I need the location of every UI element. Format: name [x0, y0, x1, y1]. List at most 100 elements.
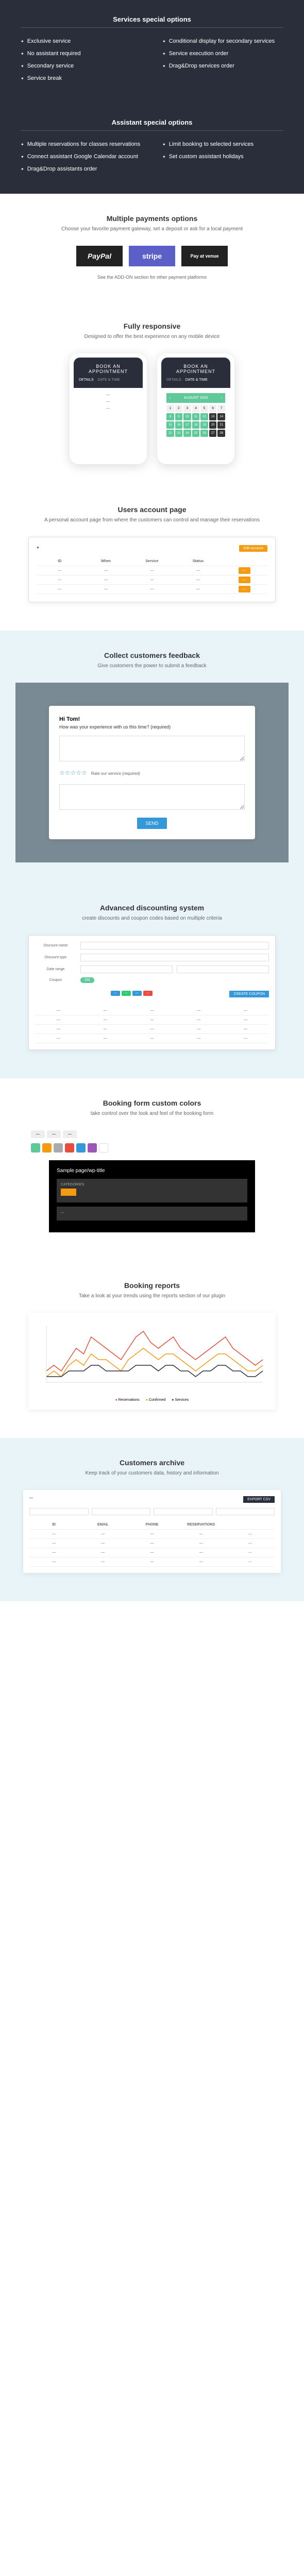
option-item: Drag&Drop services order: [162, 63, 283, 69]
option-item: Multiple reservations for classes reserv…: [21, 141, 142, 147]
table-row: —————: [35, 1034, 269, 1043]
chart-legend: ● Reservations ● Confirmed ● Services: [36, 1398, 268, 1402]
tab-item[interactable]: —: [47, 1130, 61, 1138]
tab-item[interactable]: —: [31, 1130, 45, 1138]
services-options-section: Services special options Exclusive servi…: [0, 0, 304, 103]
tab-details[interactable]: DETAILS: [166, 378, 181, 382]
swatch[interactable]: [76, 1143, 86, 1153]
feedback-sub: Give customers the power to submit a fee…: [15, 663, 289, 670]
filter-input[interactable]: [216, 1508, 275, 1515]
reports-section: Booking reports Take a look at your tren…: [0, 1261, 304, 1438]
export-csv-button[interactable]: EXPORT CSV: [243, 1496, 275, 1503]
color-label: —: [61, 1211, 243, 1214]
discount-screenshot: Discount name Discount type Date range C…: [28, 935, 276, 1050]
table-row: —————: [37, 585, 267, 594]
option-item: Set custom assistant holidays: [162, 154, 283, 160]
option-item: Conditional display for secondary servic…: [162, 38, 283, 44]
table-row: —————: [37, 575, 267, 585]
archive-sub: Keep track of your customers data, histo…: [15, 1470, 289, 1477]
swatch[interactable]: [54, 1143, 63, 1153]
row-link[interactable]: —: [248, 1532, 252, 1536]
table-row: —————: [29, 1530, 275, 1539]
option-item: Service break: [21, 75, 142, 81]
addon-note: See the ADD-ON section for other payment…: [15, 274, 289, 281]
tab-details[interactable]: DETAILS: [79, 378, 94, 382]
tab-datetime[interactable]: DATE & TIME: [98, 378, 120, 382]
send-button[interactable]: SEND: [137, 818, 166, 829]
phone-mockup-1: BOOK AN APPOINTMENT DETAILS DATE & TIME —…: [70, 353, 147, 464]
responsive-heading: Fully responsive: [15, 322, 289, 330]
discount-name-input[interactable]: [80, 942, 269, 950]
pay-at-venue: Pay at venue: [181, 246, 228, 266]
row-action-button[interactable]: —: [239, 567, 250, 574]
preview-title: Sample page/wp-title: [57, 1168, 247, 1174]
table-row: —————: [35, 1015, 269, 1025]
option-item: Connect assistant Google Calendar accoun…: [21, 154, 142, 160]
table-row: —————: [35, 1025, 269, 1034]
table-row: —————: [29, 1539, 275, 1548]
feedback-textarea[interactable]: [59, 736, 245, 761]
filter-input[interactable]: [154, 1508, 213, 1515]
option-item: Service execution order: [162, 50, 283, 57]
tag: —: [122, 991, 131, 996]
create-coupon-button[interactable]: CREATE COUPON: [229, 991, 269, 997]
payments-section: Multiple payments options Choose your fa…: [0, 194, 304, 301]
date-to-input[interactable]: [177, 965, 269, 973]
swatch[interactable]: [65, 1143, 74, 1153]
responsive-section: Fully responsive Designed to offer the b…: [0, 301, 304, 485]
tab-datetime[interactable]: DATE & TIME: [185, 378, 208, 382]
row-link[interactable]: —: [248, 1560, 252, 1564]
option-item: Limit booking to selected services: [162, 141, 283, 147]
reports-heading: Booking reports: [15, 1281, 289, 1290]
account-section: Users account page A personal account pa…: [0, 485, 304, 631]
phone-title: BOOK AN APPOINTMENT: [79, 364, 138, 374]
table-row: —————: [35, 1006, 269, 1015]
line-chart: [36, 1320, 268, 1393]
stripe-logo: stripe: [129, 246, 175, 266]
phone-field: —: [79, 393, 138, 397]
option-item: Exclusive service: [21, 38, 142, 44]
tag: —: [143, 991, 153, 996]
feedback-textarea-2[interactable]: [59, 784, 245, 810]
edit-account-button[interactable]: Edit account: [239, 545, 267, 552]
phone-mockup-2: BOOK AN APPOINTMENT DETAILSDATE & TIME ‹…: [157, 353, 234, 464]
swatch[interactable]: [99, 1143, 108, 1153]
feedback-greeting: Hi Tom!: [59, 716, 245, 722]
responsive-sub: Designed to offer the best experience on…: [15, 333, 289, 341]
archive-section: Customers archive Keep track of your cus…: [0, 1438, 304, 1601]
colors-sub: take control over the look and feel of t…: [15, 1110, 289, 1117]
paypal-logo: PayPal: [76, 246, 123, 266]
chevron-left-icon[interactable]: ‹: [170, 396, 171, 400]
color-swatch: [61, 1189, 76, 1196]
swatch[interactable]: [88, 1143, 97, 1153]
row-link[interactable]: —: [248, 1541, 252, 1545]
chevron-right-icon[interactable]: ›: [221, 396, 222, 400]
rating-stars[interactable]: ☆☆☆☆☆Rate our service (required): [59, 769, 245, 776]
swatch[interactable]: [42, 1143, 52, 1153]
row-action-button[interactable]: —: [239, 586, 250, 592]
colors-section: Booking form custom colors take control …: [0, 1078, 304, 1261]
table-row: —————: [29, 1548, 275, 1557]
row-link[interactable]: —: [248, 1551, 252, 1554]
discount-sub: create discounts and coupon codes based …: [15, 915, 289, 922]
discount-type-input[interactable]: [80, 954, 269, 961]
row-action-button[interactable]: —: [239, 577, 250, 583]
coupon-toggle[interactable]: ON: [80, 977, 94, 983]
tab-item[interactable]: —: [63, 1130, 77, 1138]
assistant-title: Assistant special options: [21, 118, 283, 131]
filter-input[interactable]: [92, 1508, 151, 1515]
feedback-form: Hi Tom! How was your experience with us …: [49, 706, 255, 839]
date-from-input[interactable]: [80, 965, 173, 973]
services-title: Services special options: [21, 15, 283, 28]
archive-heading: Customers archive: [15, 1459, 289, 1467]
swatch[interactable]: [31, 1143, 40, 1153]
option-item: Secondary service: [21, 63, 142, 69]
colors-heading: Booking form custom colors: [15, 1099, 289, 1107]
assistant-options-section: Assistant special options Multiple reser…: [0, 103, 304, 194]
filter-input[interactable]: [29, 1508, 89, 1515]
discount-section: Advanced discounting system create disco…: [0, 883, 304, 1078]
archive-title: —: [29, 1496, 33, 1503]
reports-sub: Take a look at your trends using the rep…: [15, 1293, 289, 1300]
reports-chart: ● Reservations ● Confirmed ● Services: [28, 1313, 276, 1410]
tag: —: [132, 991, 142, 996]
